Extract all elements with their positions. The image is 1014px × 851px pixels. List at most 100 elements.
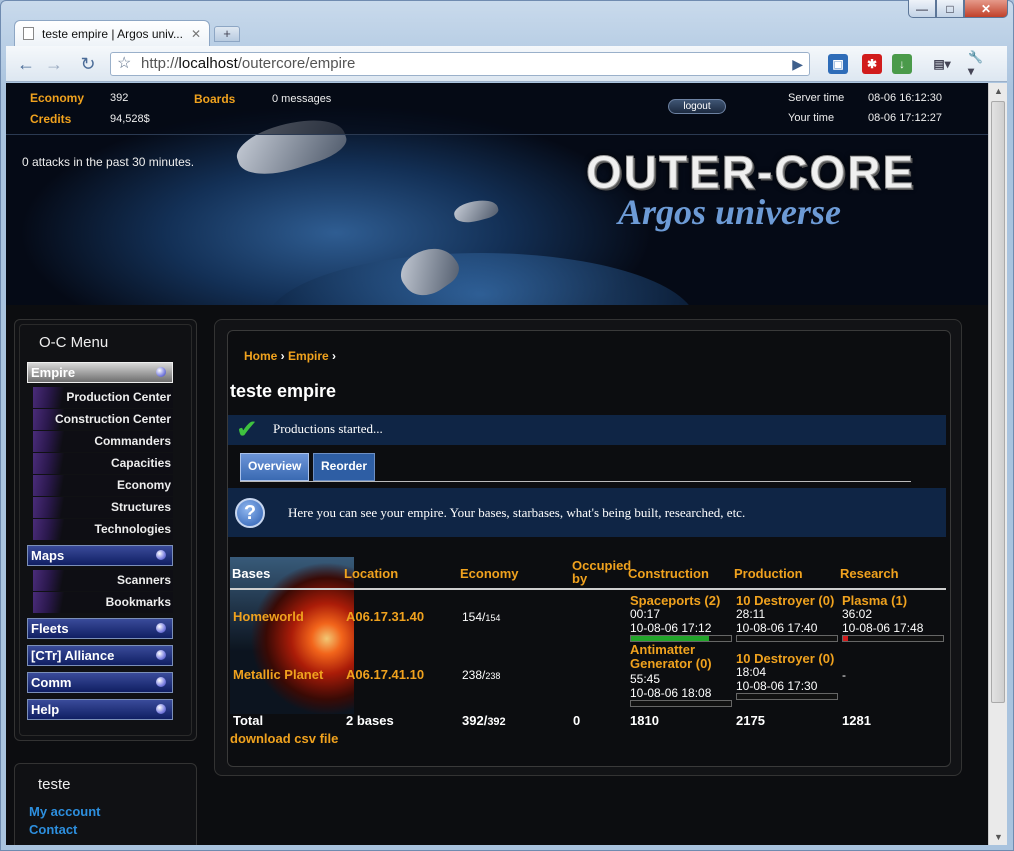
construction-row2-link[interactable]: Antimatter Generator (0) (630, 643, 712, 671)
economy-label[interactable]: Economy (30, 91, 84, 105)
col-header-research[interactable]: Research (840, 566, 899, 581)
breadcrumb-home[interactable]: Home (244, 349, 277, 363)
production-row2-progress (736, 693, 838, 700)
wrench-menu-icon[interactable]: 🔧▾ (968, 50, 988, 78)
user-panel: teste My account Contact (14, 763, 197, 845)
contact-link[interactable]: Contact (29, 822, 77, 837)
col-header-production[interactable]: Production (734, 566, 803, 581)
economy-row1: 154/154 (462, 610, 500, 624)
tab-reorder[interactable]: Reorder (313, 453, 376, 481)
production-row1-link[interactable]: 10 Destroyer (0) (736, 593, 834, 608)
question-icon: ? (235, 498, 265, 528)
download-csv-link[interactable]: download csv file (230, 731, 338, 746)
spaceship-small-graphic (452, 195, 500, 227)
total-research: 1281 (842, 713, 871, 728)
col-header-construction[interactable]: Construction (628, 566, 709, 581)
back-arrow-icon[interactable]: ← (14, 53, 38, 75)
menu-item-alliance[interactable]: [CTr] Alliance (27, 645, 173, 666)
credits-value: 94,528$ (110, 113, 150, 125)
research-row1-time: 36:02 (842, 607, 873, 621)
menu-item-maps[interactable]: Maps (27, 545, 173, 566)
url-prefix: http:// (141, 55, 179, 72)
col-header-location[interactable]: Location (344, 566, 398, 581)
breadcrumb-empire[interactable]: Empire (288, 349, 329, 363)
bookmark-star-icon[interactable]: ☆ (117, 53, 131, 75)
vertical-scrollbar[interactable]: ▲ ▼ (988, 83, 1007, 845)
server-time-value: 08-06 16:12:30 (868, 92, 943, 104)
content-tabs: Overview Reorder (240, 453, 911, 482)
submenu-technologies[interactable]: Technologies (33, 519, 173, 540)
minimize-button[interactable]: — (908, 0, 936, 18)
col-header-occupied[interactable]: Occupied by (572, 559, 631, 585)
extension-download-icon[interactable]: ↓ (892, 54, 912, 74)
tab-title: teste empire | Argos univ... (42, 26, 183, 41)
go-arrow-icon[interactable]: ▶ (792, 53, 803, 75)
url-host: localhost (178, 55, 238, 72)
logout-button[interactable]: logout (668, 99, 726, 114)
my-account-link[interactable]: My account (29, 804, 101, 819)
page-menu-icon[interactable]: ▤▾ (932, 54, 952, 74)
research-row1-link[interactable]: Plasma (1) (842, 593, 907, 608)
base-homeworld-link[interactable]: Homeworld (233, 609, 304, 624)
construction-row2-name-line1: Antimatter (630, 642, 696, 657)
browser-toolbar: ← → ↻ ☆ http://localhost/outercore/empir… (6, 46, 1007, 82)
submenu-structures[interactable]: Structures (33, 497, 173, 518)
extension-asterisk-icon[interactable]: ✱ (862, 54, 882, 74)
submenu-scanners[interactable]: Scanners (33, 570, 173, 591)
submenu-commanders[interactable]: Commanders (33, 431, 173, 452)
menu-item-fleets[interactable]: Fleets (27, 618, 173, 639)
progress-fill (843, 636, 848, 641)
menu-item-comm[interactable]: Comm (27, 672, 173, 693)
menu-item-help[interactable]: Help (27, 699, 173, 720)
research-row1-progress (842, 635, 944, 642)
menu-item-label: Empire (31, 365, 76, 380)
economy-value: 392 (110, 92, 129, 104)
scroll-down-arrow-icon[interactable]: ▼ (989, 829, 1008, 845)
window-controls: — □ ✕ (908, 0, 1008, 18)
production-row2-link[interactable]: 10 Destroyer (0) (736, 651, 834, 666)
url-path: /outercore/empire (237, 55, 356, 72)
browser-tab[interactable]: teste empire | Argos univ... ✕ (14, 20, 210, 46)
construction-row2-progress (630, 700, 732, 707)
page-title: teste empire (230, 381, 337, 401)
scroll-up-arrow-icon[interactable]: ▲ (989, 83, 1008, 99)
menu-bullet-icon (156, 650, 166, 660)
stats-bar: Economy 392 Credits 94,528$ Boards 0 mes… (6, 83, 988, 135)
location-link-row2[interactable]: A06.17.41.10 (346, 667, 424, 682)
menu-item-label: Maps (31, 548, 65, 563)
location-link-row1[interactable]: A06.17.31.40 (346, 609, 424, 624)
production-row2-time: 18:04 (736, 665, 767, 679)
maximize-button[interactable]: □ (936, 0, 964, 18)
submenu-production-center[interactable]: Production Center (33, 387, 173, 408)
server-time-label: Server time (788, 92, 845, 104)
scrollbar-thumb[interactable] (991, 101, 1005, 703)
construction-row1-link[interactable]: Spaceports (2) (630, 593, 720, 608)
total-label: Total (233, 713, 264, 728)
construction-row1-progress (630, 635, 732, 642)
extension-monitor-icon[interactable]: ▣ (828, 54, 848, 74)
close-window-button[interactable]: ✕ (964, 0, 1008, 18)
construction-row2-name-line2: Generator (0) (630, 656, 712, 671)
submenu-capacities[interactable]: Capacities (33, 453, 173, 474)
submenu-bookmarks[interactable]: Bookmarks (33, 592, 173, 613)
menu-item-empire[interactable]: Empire (27, 362, 173, 383)
submenu-construction-center[interactable]: Construction Center (33, 409, 173, 430)
base-metallic-planet-link[interactable]: Metallic Planet (233, 667, 323, 682)
submenu-economy[interactable]: Economy (33, 475, 173, 496)
your-time-label: Your time (788, 112, 835, 124)
economy-row1-small: 154 (485, 613, 501, 623)
col-header-occupied-line2: by (572, 571, 588, 586)
col-header-bases: Bases (232, 566, 271, 581)
economy-row2-main: 238/ (462, 668, 486, 682)
boards-value[interactable]: 0 messages (272, 93, 331, 105)
col-header-economy[interactable]: Economy (460, 566, 519, 581)
forward-arrow-icon[interactable]: → (42, 53, 66, 75)
header-divider (230, 588, 946, 590)
tab-close-icon[interactable]: ✕ (191, 27, 201, 41)
new-tab-button[interactable]: + (214, 26, 240, 42)
tab-overview[interactable]: Overview (240, 453, 310, 481)
boards-label[interactable]: Boards (194, 92, 235, 106)
reload-icon[interactable]: ↻ (76, 53, 100, 75)
construction-row2-date: 10-08-06 18:08 (630, 686, 712, 700)
address-bar[interactable]: ☆ http://localhost/outercore/empire ▶ (110, 52, 810, 76)
